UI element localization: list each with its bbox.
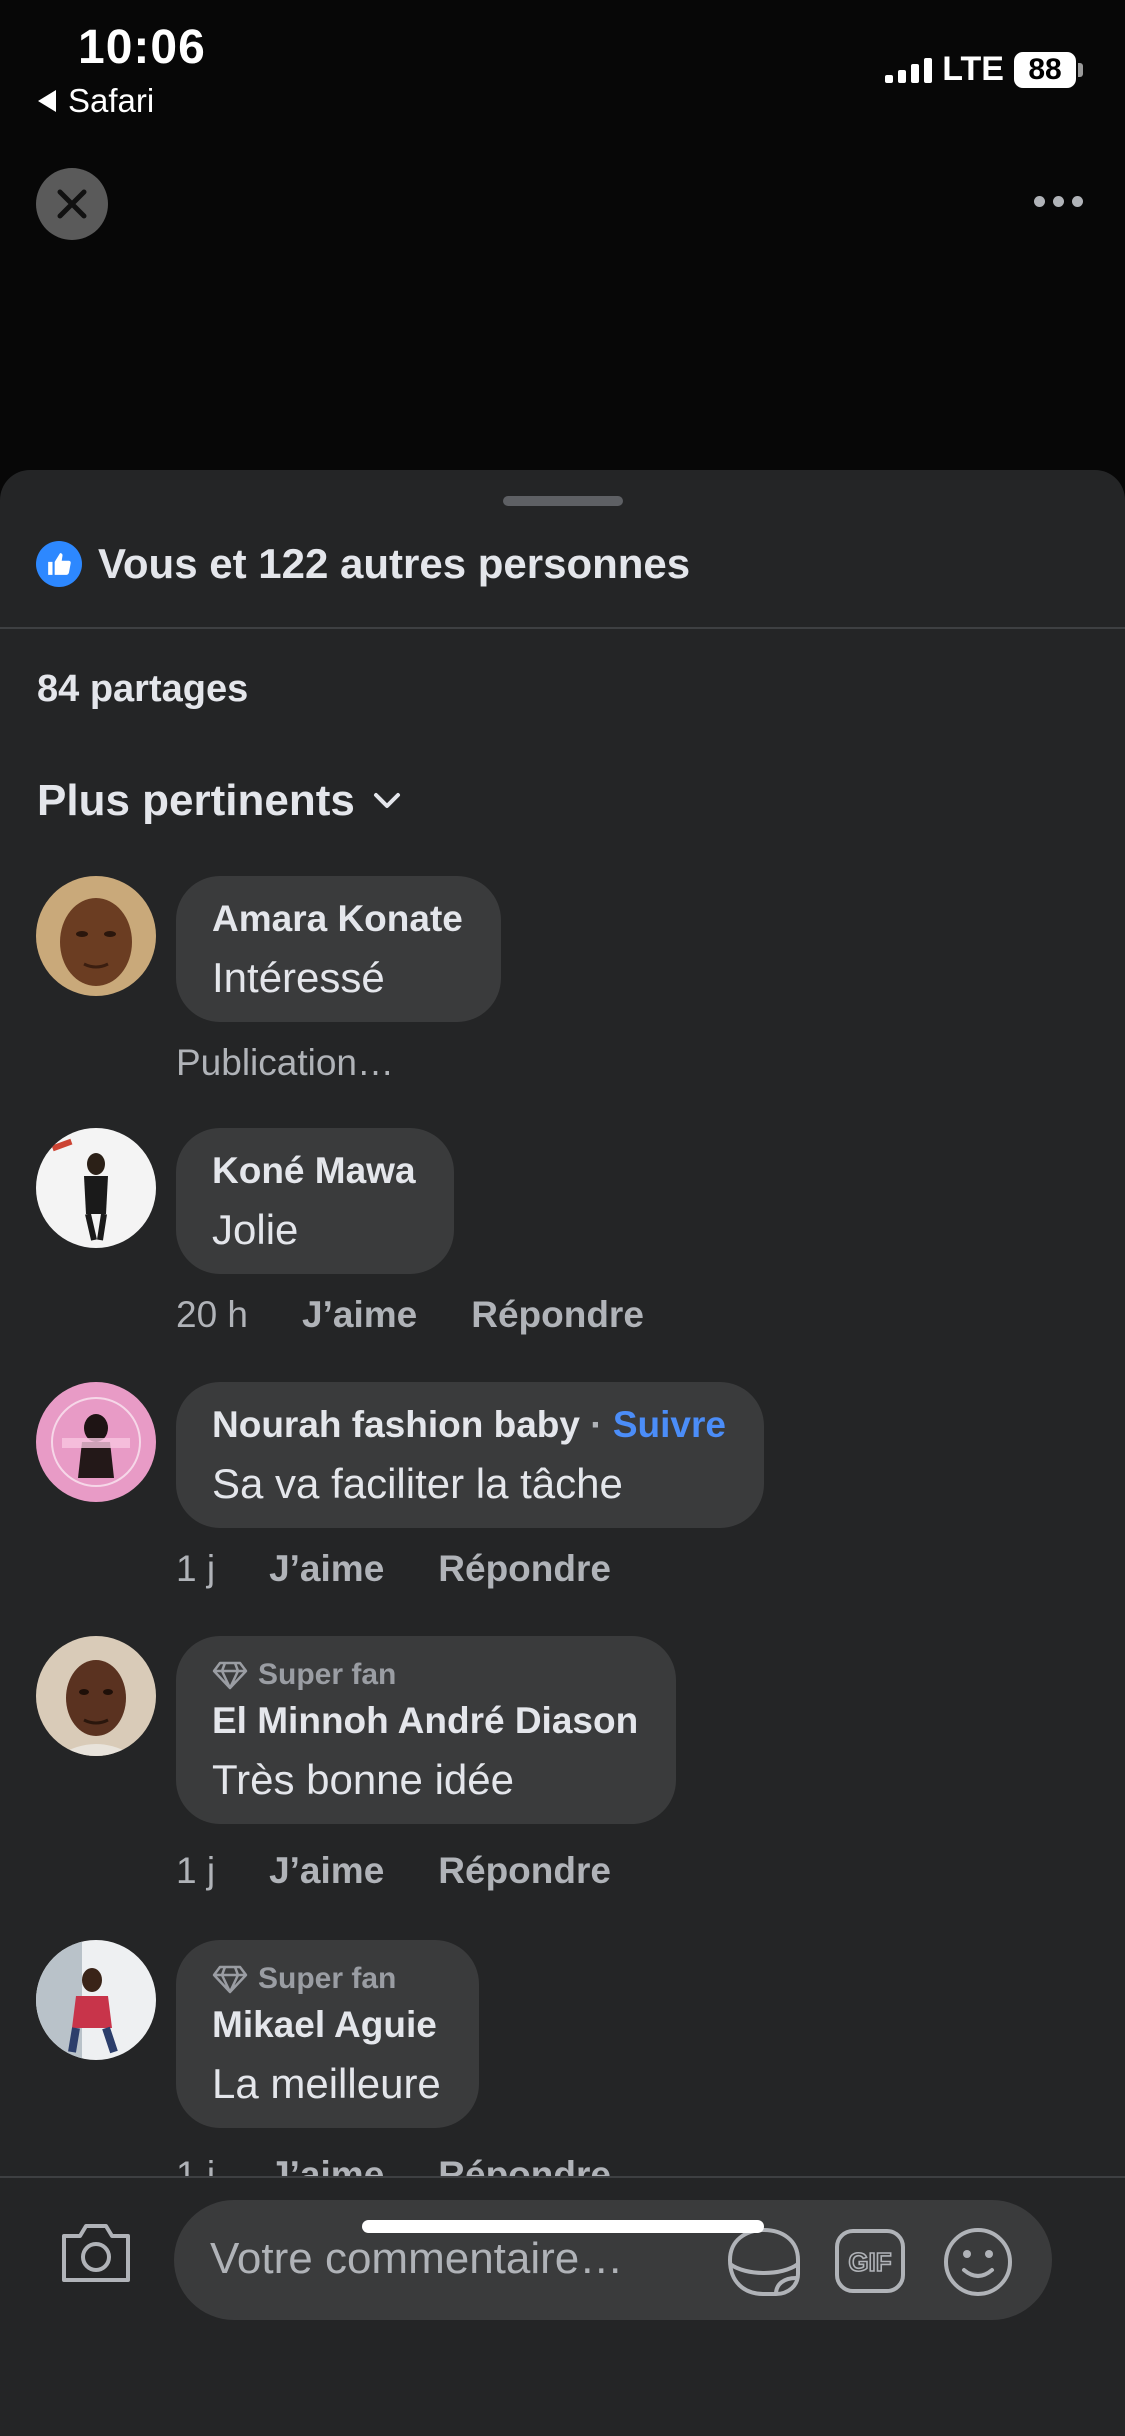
- super-fan-badge: Super fan: [212, 1658, 638, 1692]
- cellular-signal-icon: [885, 57, 933, 83]
- sort-label: Plus pertinents: [37, 776, 355, 825]
- comment-bubble[interactable]: Super fan Mikael Aguie La meilleure: [176, 1940, 479, 2128]
- chevron-down-icon: [373, 793, 400, 808]
- gif-button[interactable]: GIF: [834, 2228, 906, 2299]
- comment-time: 1 j: [176, 1548, 216, 1589]
- back-app-label: Safari: [68, 82, 155, 119]
- camera-button[interactable]: [58, 2220, 134, 2291]
- like-comment-button[interactable]: J’aime: [302, 1294, 417, 1336]
- follow-button[interactable]: Suivre: [613, 1404, 726, 1445]
- comment-input-placeholder: Votre commentaire…: [210, 2234, 624, 2283]
- separator-dot: ·: [590, 1404, 603, 1445]
- reply-comment-button[interactable]: Répondre: [438, 1850, 611, 1892]
- comment-text: Sa va faciliter la tâche: [212, 1460, 623, 1507]
- sticker-icon: [727, 2227, 800, 2296]
- comment-bubble[interactable]: Amara Konate Intéressé: [176, 876, 501, 1022]
- comment-actions: 20 h J’aime Répondre: [176, 1294, 644, 1336]
- super-fan-badge: Super fan: [212, 1962, 441, 1996]
- comment-text: La meilleure: [212, 2060, 441, 2107]
- more-horizontal-icon: [1034, 196, 1045, 207]
- status-time: 10:06: [78, 21, 206, 74]
- reactions-summary[interactable]: Vous et 122 autres personnes: [36, 540, 690, 588]
- shares-count[interactable]: 84 partages: [37, 668, 248, 711]
- back-arrow-icon: [38, 90, 56, 112]
- home-indicator[interactable]: [362, 2220, 764, 2233]
- close-icon: [57, 189, 87, 219]
- reactions-label: Vous et 122 autres personnes: [98, 540, 691, 587]
- comment-actions: 1 j J’aime Répondre: [176, 1850, 611, 1892]
- comment-author-row: Nourah fashion baby · Suivre: [212, 1404, 726, 1446]
- super-fan-label: Super fan: [258, 1962, 397, 1995]
- comment-author[interactable]: Mikael Aguie: [212, 2004, 441, 2046]
- diamond-icon: [212, 1661, 248, 1690]
- comment-text: Jolie: [212, 1206, 299, 1253]
- more-options-button[interactable]: [1034, 196, 1083, 207]
- emoji-icon: [944, 2228, 1012, 2296]
- back-to-app-link[interactable]: Safari: [38, 82, 154, 120]
- camera-icon: [62, 2224, 130, 2282]
- battery-icon: 88: [1014, 51, 1083, 88]
- sort-dropdown[interactable]: Plus pertinents: [37, 776, 401, 826]
- avatar[interactable]: [36, 1128, 156, 1248]
- comment-composer: Votre commentaire… GIF: [0, 2176, 1125, 2436]
- divider: [0, 627, 1125, 629]
- comment-time: 20 h: [176, 1294, 249, 1335]
- comment-author[interactable]: Koné Mawa: [212, 1150, 416, 1192]
- sheet-grabber[interactable]: [503, 496, 623, 506]
- comment-time: 1 j: [176, 1850, 216, 1891]
- comment-author[interactable]: El Minnoh André Diason: [212, 1700, 638, 1742]
- comment-author[interactable]: Amara Konate: [212, 898, 463, 940]
- comment-bubble[interactable]: Nourah fashion baby · Suivre Sa va facil…: [176, 1382, 764, 1528]
- comment-actions: 1 j J’aime Répondre: [176, 1548, 611, 1590]
- avatar[interactable]: [36, 876, 156, 996]
- like-icon: [36, 541, 82, 587]
- comment-text: Intéressé: [212, 954, 385, 1001]
- emoji-button[interactable]: [942, 2226, 1014, 2303]
- comment-input[interactable]: Votre commentaire… GIF: [174, 2200, 1052, 2320]
- reply-comment-button[interactable]: Répondre: [471, 1294, 644, 1336]
- avatar[interactable]: [36, 1382, 156, 1502]
- comment-bubble[interactable]: Super fan El Minnoh André Diason Très bo…: [176, 1636, 677, 1824]
- gif-icon: GIF: [835, 2229, 905, 2293]
- diamond-icon: [212, 1965, 248, 1994]
- network-label: LTE: [942, 50, 1004, 88]
- close-button[interactable]: [36, 168, 108, 240]
- comment-posting-status: Publication…: [176, 1042, 395, 1083]
- status-indicators: LTE 88: [885, 50, 1083, 89]
- gif-label: GIF: [848, 2247, 891, 2277]
- like-comment-button[interactable]: J’aime: [269, 1850, 384, 1892]
- avatar[interactable]: [36, 1636, 156, 1756]
- comments-sheet: Vous et 122 autres personnes 84 partages…: [0, 470, 1125, 2436]
- like-comment-button[interactable]: J’aime: [269, 1548, 384, 1590]
- sticker-button[interactable]: [726, 2226, 802, 2303]
- comment-author[interactable]: Nourah fashion baby: [212, 1404, 580, 1445]
- super-fan-label: Super fan: [258, 1658, 397, 1691]
- comment-bubble[interactable]: Koné Mawa Jolie: [176, 1128, 454, 1274]
- comment-text: Très bonne idée: [212, 1756, 514, 1803]
- battery-level: 88: [1014, 51, 1076, 88]
- avatar[interactable]: [36, 1940, 156, 2060]
- reply-comment-button[interactable]: Répondre: [438, 1548, 611, 1590]
